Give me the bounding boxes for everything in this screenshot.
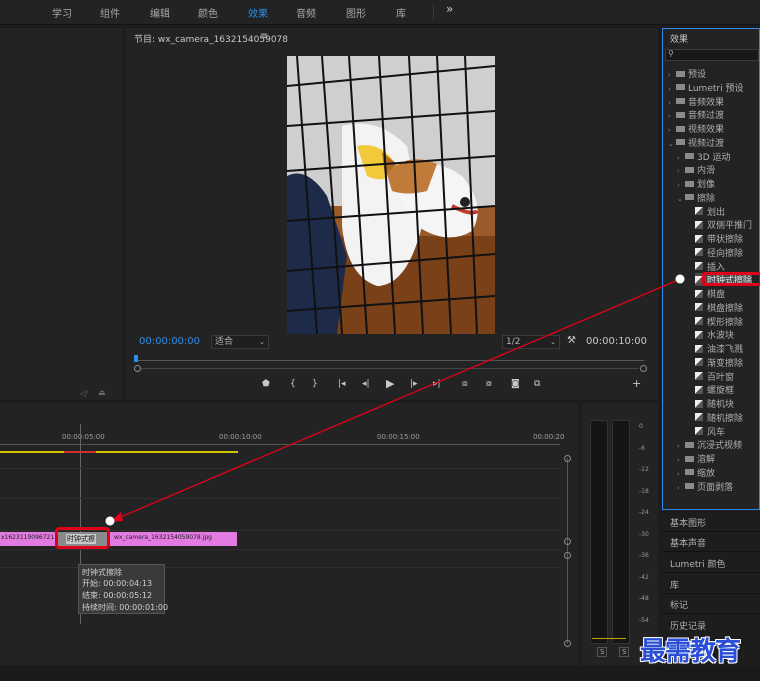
annotation-arrow	[105, 274, 685, 526]
watermark-logo-text: 最需教育	[640, 637, 741, 667]
